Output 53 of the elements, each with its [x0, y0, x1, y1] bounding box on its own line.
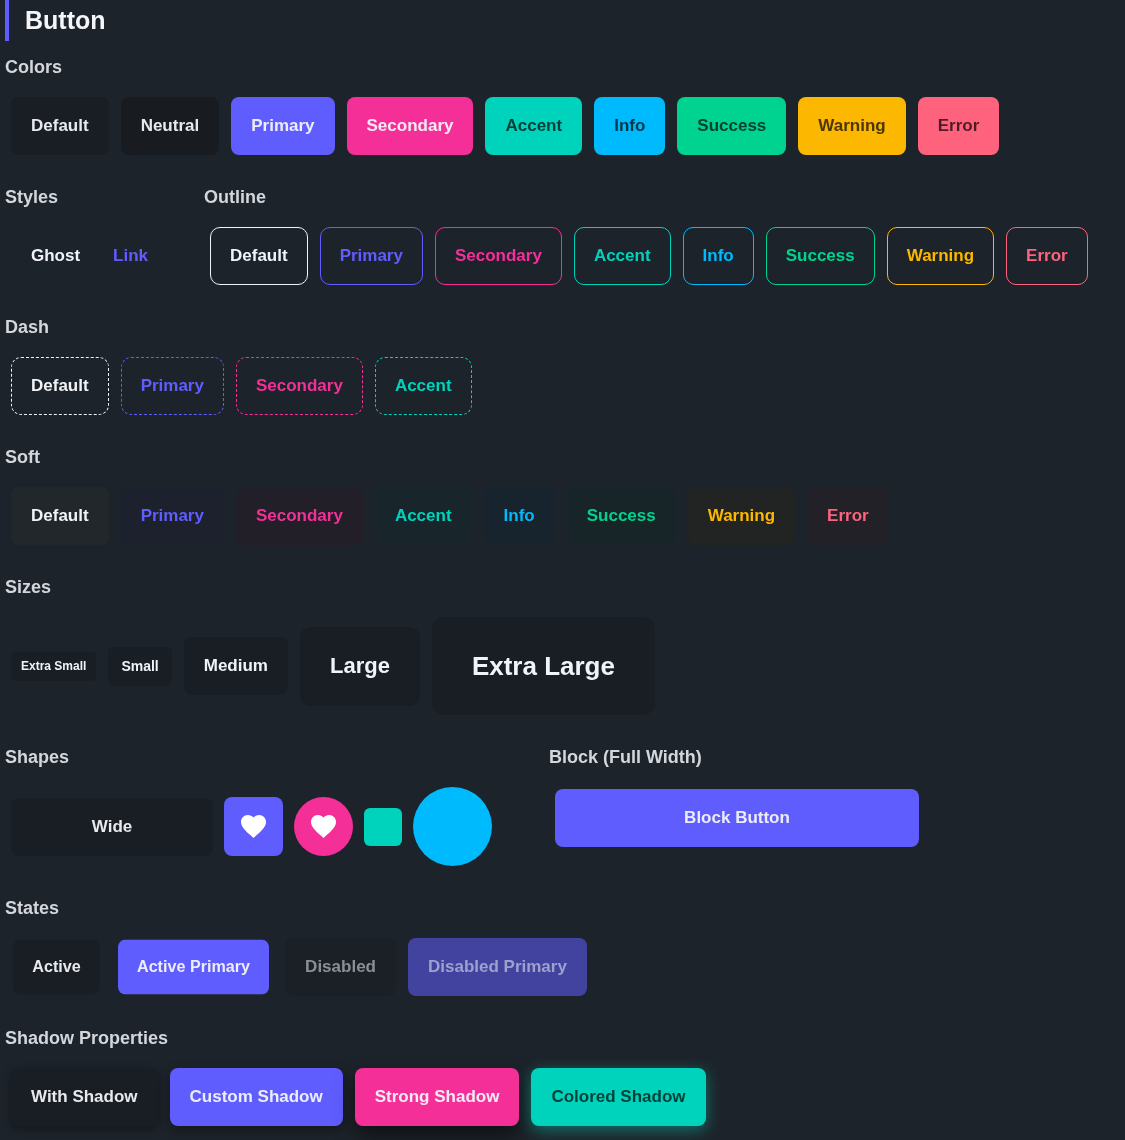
section-heading: Outline	[204, 186, 266, 209]
outline-button[interactable]: Secondary	[434, 227, 562, 285]
outline-button[interactable]: Info	[682, 227, 754, 285]
section-heading: Shapes	[5, 746, 70, 769]
dashed-button[interactable]: Accent	[374, 357, 472, 415]
small-button[interactable]: Small	[108, 646, 172, 686]
soft-button[interactable]: Error	[807, 487, 889, 545]
color-button[interactable]: Accent	[485, 97, 583, 155]
soft-button[interactable]: Success	[566, 487, 676, 545]
active-button[interactable]: Active	[13, 939, 100, 995]
section-heading: States	[5, 897, 60, 920]
active-button[interactable]: Active Primary	[118, 939, 270, 995]
color-button[interactable]: Error	[917, 97, 1000, 155]
soft-button[interactable]: Default	[11, 487, 109, 545]
color-button[interactable]: Primary	[231, 97, 335, 155]
block-button[interactable]: Block Button	[555, 789, 919, 847]
shadow-button[interactable]: Colored Shadow	[531, 1068, 706, 1126]
section-heading: Dash	[5, 316, 49, 339]
dashed-button[interactable]: Secondary	[235, 357, 363, 415]
shadow-button[interactable]: With Shadow	[11, 1068, 158, 1126]
color-button[interactable]: Success	[677, 97, 787, 155]
heart-button[interactable]	[224, 797, 283, 856]
color-button[interactable]: Info	[594, 97, 666, 155]
medium-button[interactable]: Medium	[183, 637, 288, 695]
outline-button[interactable]: Default	[210, 227, 308, 285]
soft-button[interactable]: Info	[483, 487, 555, 545]
dashed-button[interactable]: Default	[11, 357, 109, 415]
outline-button[interactable]: Success	[765, 227, 875, 285]
section-heading: Soft	[5, 446, 40, 469]
heart-icon	[311, 815, 336, 838]
section-heading: Shadow Properties	[5, 1027, 169, 1050]
section-heading: Sizes	[5, 576, 52, 599]
outline-button[interactable]: Warning	[886, 227, 995, 285]
section-heading: Colors	[5, 56, 62, 79]
outline-button[interactable]: Error	[1006, 227, 1088, 285]
color-button[interactable]: Neutral	[120, 97, 220, 155]
soft-button[interactable]: Accent	[374, 487, 472, 545]
color-button[interactable]: Warning	[798, 97, 906, 155]
ghost-button[interactable]: Ghost	[11, 227, 101, 285]
extra-small-button[interactable]: Extra Small	[11, 651, 97, 681]
section-heading: Block (Full Width)	[549, 746, 702, 769]
square-button[interactable]	[364, 807, 402, 846]
page-title: Button	[5, 0, 108, 41]
extra-large-button[interactable]: Extra Large	[431, 617, 655, 715]
shadow-button[interactable]: Custom Shadow	[169, 1068, 343, 1126]
wide-button[interactable]: Wide	[11, 797, 213, 856]
soft-button[interactable]: Warning	[687, 487, 796, 545]
soft-button[interactable]: Secondary	[235, 487, 363, 545]
color-button[interactable]: Default	[11, 97, 109, 155]
heart-icon	[241, 815, 266, 838]
large-button[interactable]: Large	[299, 626, 420, 706]
outline-button[interactable]: Accent	[573, 227, 671, 285]
section-heading: Styles	[5, 186, 59, 209]
